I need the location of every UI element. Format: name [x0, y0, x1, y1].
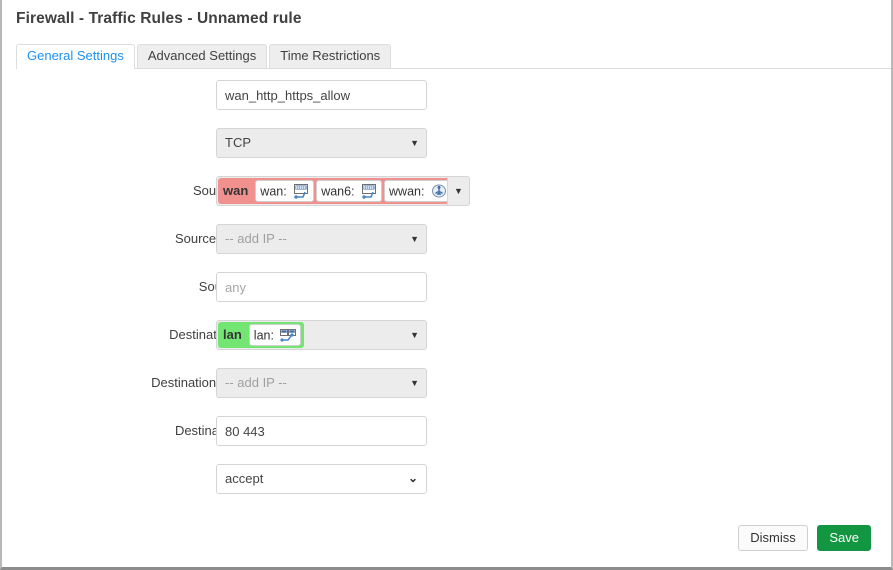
form-row-source-port: Source port [2, 272, 893, 320]
interface-label: wan: [260, 184, 287, 199]
destination-zone-caret-down-icon[interactable]: ▼ [410, 321, 419, 349]
tab-label: Time Restrictions [280, 48, 381, 63]
form-row-destination-zone: Destination zone lan lan: [2, 320, 893, 368]
source-zone-select[interactable]: wan wan: wan6: wwan: ▼ [216, 176, 470, 206]
form-row-name: Name [2, 80, 893, 128]
destination-address-dropdown[interactable]: -- add IP -- ▼ [216, 368, 427, 398]
destination-zone-name: lan [223, 327, 242, 342]
form-row-protocol: Protocol TCP ▼ [2, 128, 893, 176]
destination-port-input[interactable] [216, 416, 427, 446]
destination-zone-group: lan lan: [218, 322, 305, 348]
source-address-dropdown[interactable]: -- add IP -- ▼ [216, 224, 427, 254]
source-address-value: -- add IP -- [225, 231, 287, 246]
source-port-control [216, 272, 427, 302]
wireless-interface-icon [431, 184, 447, 199]
tab-label: General Settings [27, 48, 124, 63]
page-title: Firewall - Traffic Rules - Unnamed rule [16, 10, 302, 27]
destination-zone-interface-lan[interactable]: lan: [248, 324, 302, 346]
form-row-destination-port: Destination port [2, 416, 893, 464]
protocol-control: TCP ▼ [216, 128, 427, 158]
action-select[interactable]: accept ⌄ [216, 464, 427, 494]
caret-down-icon: ▼ [410, 378, 419, 388]
bridge-interface-icon [280, 328, 297, 343]
caret-down-icon: ▼ [410, 234, 419, 244]
caret-down-icon: ▼ [410, 138, 419, 148]
form-row-destination-address: Destination address -- add IP -- ▼ [2, 368, 893, 416]
destination-port-control [216, 416, 427, 446]
save-button[interactable]: Save [817, 525, 871, 551]
form-row-source-address: Source address -- add IP -- ▼ [2, 224, 893, 272]
source-zone-interface-wan6[interactable]: wan6: [316, 180, 383, 202]
interface-label: wan6: [321, 184, 355, 199]
ethernet-interface-icon [361, 184, 377, 199]
source-zone-caret-down-icon[interactable]: ▼ [447, 177, 469, 205]
protocol-dropdown[interactable]: TCP ▼ [216, 128, 427, 158]
tab-advanced-settings[interactable]: Advanced Settings [136, 44, 268, 68]
interface-label: lan: [253, 328, 274, 343]
tab-label: Advanced Settings [147, 48, 257, 63]
tab-time-restrictions[interactable]: Time Restrictions [269, 44, 392, 68]
destination-address-control: -- add IP -- ▼ [216, 368, 427, 398]
name-input[interactable] [216, 80, 427, 110]
form-row-source-zone: Source zone wan wan: [2, 176, 893, 224]
destination-address-value: -- add IP -- [225, 375, 287, 390]
dismiss-button[interactable]: Dismiss [738, 525, 808, 551]
source-address-control: -- add IP -- ▼ [216, 224, 427, 254]
source-zone-name: wan [223, 183, 249, 198]
source-zone-group: wan wan: wan6: wwan: [218, 178, 455, 204]
source-port-input[interactable] [216, 272, 427, 302]
chevron-down-icon: ⌄ [407, 471, 418, 485]
destination-zone-control: lan lan: ▼ [216, 320, 427, 350]
tab-bar: General Settings Advanced Settings Time … [16, 44, 891, 69]
rule-edit-panel: Firewall - Traffic Rules - Unnamed rule … [0, 0, 893, 570]
footer-actions: Dismiss Save [738, 525, 871, 551]
action-control: accept ⌄ [216, 464, 427, 494]
rule-form: Name Protocol TCP ▼ Source zone wan [2, 80, 893, 512]
interface-label: wwan: [389, 184, 425, 199]
source-zone-interface-wwan[interactable]: wwan: [384, 180, 452, 202]
source-zone-interface-wan[interactable]: wan: [255, 180, 315, 202]
name-control [216, 80, 427, 110]
ethernet-interface-icon [293, 184, 309, 199]
protocol-value: TCP [225, 135, 251, 150]
tab-general-settings[interactable]: General Settings [16, 44, 135, 69]
destination-zone-select[interactable]: lan lan: ▼ [216, 320, 427, 350]
action-value: accept [225, 471, 264, 486]
source-zone-control: wan wan: wan6: wwan: ▼ [216, 176, 470, 206]
form-row-action: Action accept ⌄ [2, 464, 893, 512]
